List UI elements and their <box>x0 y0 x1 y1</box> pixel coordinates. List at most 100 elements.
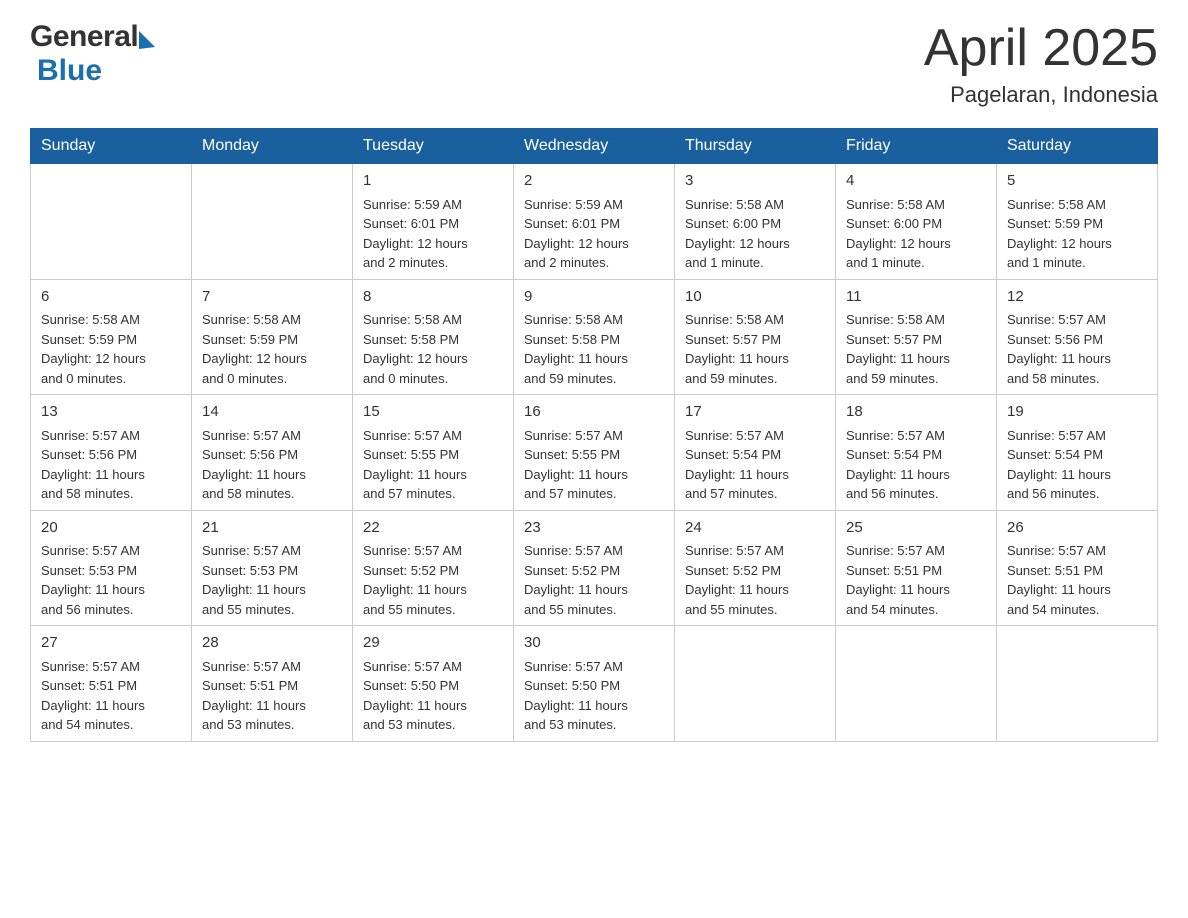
calendar-cell: 2Sunrise: 5:59 AMSunset: 6:01 PMDaylight… <box>514 164 675 280</box>
logo-blue-text: Blue <box>37 54 102 87</box>
day-info: Sunrise: 5:57 AMSunset: 5:52 PMDaylight:… <box>363 541 503 619</box>
day-info: Sunrise: 5:59 AMSunset: 6:01 PMDaylight:… <box>524 195 664 273</box>
calendar-cell: 18Sunrise: 5:57 AMSunset: 5:54 PMDayligh… <box>836 395 997 511</box>
calendar-cell <box>31 164 192 280</box>
day-info: Sunrise: 5:58 AMSunset: 5:59 PMDaylight:… <box>202 310 342 388</box>
calendar-week-row: 13Sunrise: 5:57 AMSunset: 5:56 PMDayligh… <box>31 395 1158 511</box>
header-sunday: Sunday <box>31 129 192 164</box>
day-info: Sunrise: 5:57 AMSunset: 5:54 PMDaylight:… <box>685 426 825 504</box>
calendar-cell: 11Sunrise: 5:58 AMSunset: 5:57 PMDayligh… <box>836 279 997 395</box>
day-number: 1 <box>363 170 503 193</box>
day-number: 25 <box>846 517 986 540</box>
calendar-cell: 25Sunrise: 5:57 AMSunset: 5:51 PMDayligh… <box>836 510 997 626</box>
day-info: Sunrise: 5:58 AMSunset: 6:00 PMDaylight:… <box>846 195 986 273</box>
logo-general-text: General <box>30 20 138 54</box>
day-number: 18 <box>846 401 986 424</box>
day-info: Sunrise: 5:57 AMSunset: 5:56 PMDaylight:… <box>41 426 181 504</box>
calendar-cell: 26Sunrise: 5:57 AMSunset: 5:51 PMDayligh… <box>997 510 1158 626</box>
day-number: 26 <box>1007 517 1147 540</box>
calendar-cell: 9Sunrise: 5:58 AMSunset: 5:58 PMDaylight… <box>514 279 675 395</box>
day-number: 2 <box>524 170 664 193</box>
calendar-cell: 21Sunrise: 5:57 AMSunset: 5:53 PMDayligh… <box>192 510 353 626</box>
day-info: Sunrise: 5:57 AMSunset: 5:50 PMDaylight:… <box>363 657 503 735</box>
calendar-cell: 1Sunrise: 5:59 AMSunset: 6:01 PMDaylight… <box>353 164 514 280</box>
calendar-cell: 23Sunrise: 5:57 AMSunset: 5:52 PMDayligh… <box>514 510 675 626</box>
day-info: Sunrise: 5:58 AMSunset: 5:57 PMDaylight:… <box>846 310 986 388</box>
day-number: 12 <box>1007 286 1147 309</box>
day-info: Sunrise: 5:57 AMSunset: 5:50 PMDaylight:… <box>524 657 664 735</box>
day-number: 24 <box>685 517 825 540</box>
day-info: Sunrise: 5:57 AMSunset: 5:52 PMDaylight:… <box>685 541 825 619</box>
day-info: Sunrise: 5:57 AMSunset: 5:51 PMDaylight:… <box>202 657 342 735</box>
day-number: 30 <box>524 632 664 655</box>
day-number: 14 <box>202 401 342 424</box>
calendar-cell: 28Sunrise: 5:57 AMSunset: 5:51 PMDayligh… <box>192 626 353 742</box>
day-info: Sunrise: 5:57 AMSunset: 5:55 PMDaylight:… <box>363 426 503 504</box>
calendar-cell: 19Sunrise: 5:57 AMSunset: 5:54 PMDayligh… <box>997 395 1158 511</box>
day-number: 16 <box>524 401 664 424</box>
calendar-cell: 17Sunrise: 5:57 AMSunset: 5:54 PMDayligh… <box>675 395 836 511</box>
day-number: 11 <box>846 286 986 309</box>
day-info: Sunrise: 5:57 AMSunset: 5:53 PMDaylight:… <box>202 541 342 619</box>
header-friday: Friday <box>836 129 997 164</box>
header-thursday: Thursday <box>675 129 836 164</box>
day-info: Sunrise: 5:57 AMSunset: 5:53 PMDaylight:… <box>41 541 181 619</box>
calendar-cell: 13Sunrise: 5:57 AMSunset: 5:56 PMDayligh… <box>31 395 192 511</box>
calendar-cell: 29Sunrise: 5:57 AMSunset: 5:50 PMDayligh… <box>353 626 514 742</box>
calendar-cell: 12Sunrise: 5:57 AMSunset: 5:56 PMDayligh… <box>997 279 1158 395</box>
header-tuesday: Tuesday <box>353 129 514 164</box>
day-info: Sunrise: 5:57 AMSunset: 5:56 PMDaylight:… <box>1007 310 1147 388</box>
day-info: Sunrise: 5:57 AMSunset: 5:54 PMDaylight:… <box>1007 426 1147 504</box>
calendar-cell: 30Sunrise: 5:57 AMSunset: 5:50 PMDayligh… <box>514 626 675 742</box>
day-info: Sunrise: 5:58 AMSunset: 5:59 PMDaylight:… <box>1007 195 1147 273</box>
calendar-cell: 5Sunrise: 5:58 AMSunset: 5:59 PMDaylight… <box>997 164 1158 280</box>
calendar-cell: 27Sunrise: 5:57 AMSunset: 5:51 PMDayligh… <box>31 626 192 742</box>
day-number: 28 <box>202 632 342 655</box>
day-number: 19 <box>1007 401 1147 424</box>
day-number: 22 <box>363 517 503 540</box>
day-info: Sunrise: 5:57 AMSunset: 5:51 PMDaylight:… <box>846 541 986 619</box>
day-number: 17 <box>685 401 825 424</box>
day-info: Sunrise: 5:57 AMSunset: 5:51 PMDaylight:… <box>1007 541 1147 619</box>
day-number: 9 <box>524 286 664 309</box>
day-info: Sunrise: 5:58 AMSunset: 5:58 PMDaylight:… <box>363 310 503 388</box>
calendar-week-row: 1 Sunrise: 5:59 AMSunset: 6:01 PMDaylight… <box>31 164 1158 280</box>
day-info: Sunrise: 5:57 AMSunset: 5:52 PMDaylight:… <box>524 541 664 619</box>
day-number: 27 <box>41 632 181 655</box>
calendar-cell: 7Sunrise: 5:58 AMSunset: 5:59 PMDaylight… <box>192 279 353 395</box>
calendar-week-row: 6Sunrise: 5:58 AMSunset: 5:59 PMDaylight… <box>31 279 1158 395</box>
logo-triangle-icon <box>139 31 155 49</box>
logo: General Blue <box>30 20 155 88</box>
calendar-table: Sunday Monday Tuesday Wednesday Thursday… <box>30 128 1158 742</box>
calendar-cell: 10Sunrise: 5:58 AMSunset: 5:57 PMDayligh… <box>675 279 836 395</box>
day-number: 8 <box>363 286 503 309</box>
subtitle: Pagelaran, Indonesia <box>924 82 1158 108</box>
day-info: Sunrise: 5:58 AMSunset: 5:59 PMDaylight:… <box>41 310 181 388</box>
day-number: 15 <box>363 401 503 424</box>
day-number: 13 <box>41 401 181 424</box>
calendar-cell <box>997 626 1158 742</box>
calendar-week-row: 27Sunrise: 5:57 AMSunset: 5:51 PMDayligh… <box>31 626 1158 742</box>
calendar-cell: 22Sunrise: 5:57 AMSunset: 5:52 PMDayligh… <box>353 510 514 626</box>
day-number: 4 <box>846 170 986 193</box>
header-wednesday: Wednesday <box>514 129 675 164</box>
day-number: 3 <box>685 170 825 193</box>
day-info: Sunrise: 5:57 AMSunset: 5:51 PMDaylight:… <box>41 657 181 735</box>
calendar-cell: 8Sunrise: 5:58 AMSunset: 5:58 PMDaylight… <box>353 279 514 395</box>
calendar-cell <box>836 626 997 742</box>
day-info: Sunrise: 5:57 AMSunset: 5:54 PMDaylight:… <box>846 426 986 504</box>
day-number: 20 <box>41 517 181 540</box>
day-number: 5 <box>1007 170 1147 193</box>
day-number: 7 <box>202 286 342 309</box>
calendar-cell: 20Sunrise: 5:57 AMSunset: 5:53 PMDayligh… <box>31 510 192 626</box>
calendar-cell: 3Sunrise: 5:58 AMSunset: 6:00 PMDaylight… <box>675 164 836 280</box>
header-monday: Monday <box>192 129 353 164</box>
day-info: Sunrise: 5:57 AMSunset: 5:55 PMDaylight:… <box>524 426 664 504</box>
calendar-cell <box>192 164 353 280</box>
title-area: April 2025 Pagelaran, Indonesia <box>924 20 1158 108</box>
calendar-cell: 6Sunrise: 5:58 AMSunset: 5:59 PMDaylight… <box>31 279 192 395</box>
day-number: 6 <box>41 286 181 309</box>
day-number: 23 <box>524 517 664 540</box>
day-number: 21 <box>202 517 342 540</box>
day-info: Sunrise: 5:57 AMSunset: 5:56 PMDaylight:… <box>202 426 342 504</box>
